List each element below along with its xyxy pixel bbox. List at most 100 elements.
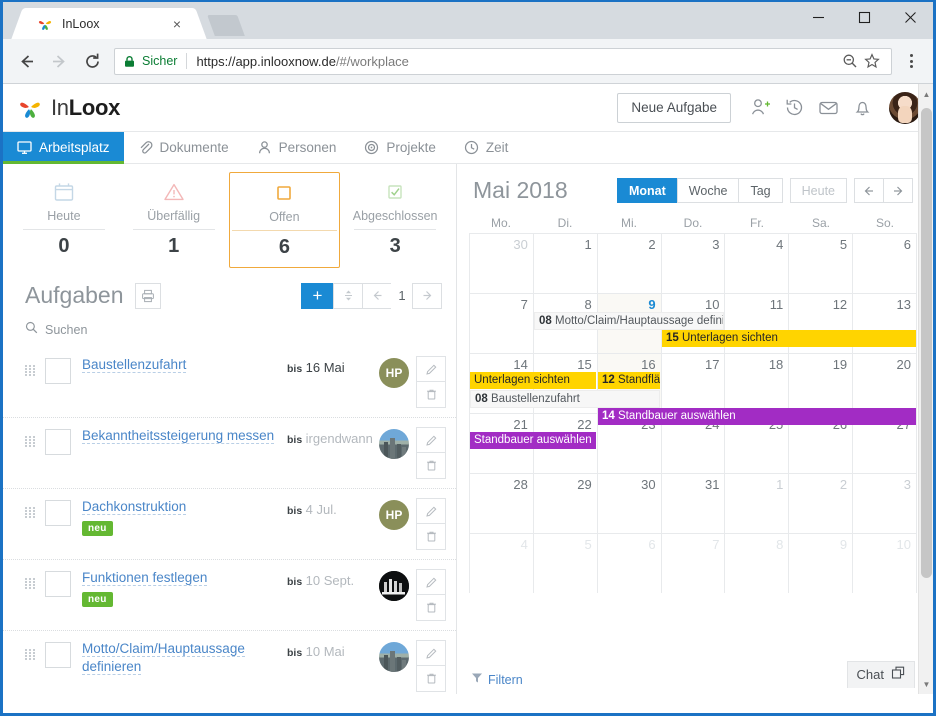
print-icon[interactable] (135, 282, 162, 309)
calendar-day-cell[interactable]: 31 (660, 474, 725, 533)
calendar-event[interactable]: 14 Standbauer auswählen (598, 408, 916, 425)
task-link[interactable]: Bekanntheitssteigerung messen (82, 428, 275, 444)
scroll-up-icon[interactable]: ▲ (919, 86, 933, 102)
trash-icon[interactable] (416, 453, 446, 479)
trash-icon[interactable] (416, 524, 446, 550)
task-assignee-avatar[interactable]: HP (379, 500, 409, 530)
task-checkbox[interactable] (45, 358, 71, 384)
calendar-day-cell[interactable]: 1 (532, 234, 597, 293)
nav-tab-projekte[interactable]: Projekte (350, 132, 450, 163)
calendar-day-cell[interactable]: 30 (596, 474, 661, 533)
next-page-button[interactable] (412, 282, 442, 309)
calendar-event[interactable]: 08 Motto/Claim/Hauptaussage defini (534, 312, 724, 330)
calendar-day-cell[interactable]: 1 (724, 474, 788, 533)
pencil-icon[interactable] (416, 356, 446, 382)
task-row[interactable]: Motto/Claim/Hauptaussage definieren bis 1… (3, 631, 456, 694)
calendar-event[interactable]: Standbauer auswählen (470, 432, 596, 449)
prev-page-button[interactable] (362, 282, 392, 309)
calendar-event[interactable]: 08 Baustellenzufahrt (470, 390, 660, 408)
back-button[interactable] (12, 47, 40, 75)
calendar-day-cell[interactable]: 7 (469, 294, 533, 353)
task-link[interactable]: Motto/Claim/Hauptaussage definieren (82, 641, 245, 675)
calendar-day-cell[interactable]: 3 (660, 234, 725, 293)
calendar-day-cell[interactable]: 20 (852, 354, 918, 413)
calendar-day-cell[interactable]: 17 (660, 354, 725, 413)
calendar-day-cell[interactable]: 6 (852, 234, 918, 293)
calendar-day-cell[interactable]: 2 (788, 474, 852, 533)
calendar-day-cell[interactable]: 4 (724, 234, 788, 293)
kpi-abgeschlossen[interactable]: Abgeschlossen 3 (340, 172, 450, 268)
task-checkbox[interactable] (45, 500, 71, 526)
inbox-icon[interactable] (813, 93, 843, 123)
new-tab-button[interactable] (207, 15, 245, 36)
close-tab-icon[interactable]: × (169, 16, 185, 32)
task-link[interactable]: Funktionen festlegen (82, 570, 208, 586)
address-bar[interactable]: Sicher https://app.inlooxnow.de/#/workpl… (114, 47, 892, 75)
nav-tab-arbeitsplatz[interactable]: Arbeitsplatz (3, 132, 124, 164)
task-checkbox[interactable] (45, 429, 71, 455)
search-field[interactable]: Suchen (3, 309, 456, 347)
sort-icon[interactable] (333, 282, 363, 309)
minimize-button[interactable] (795, 2, 841, 32)
task-row[interactable]: Bekanntheitssteigerung messen bis irgendw… (3, 418, 456, 489)
calendar-day-cell[interactable]: 8 (724, 534, 788, 593)
expand-icon[interactable] (891, 666, 905, 683)
bookmark-star-icon[interactable] (861, 53, 883, 69)
view-tag-button[interactable]: Tag (738, 178, 783, 203)
calendar-day-cell[interactable]: 2 (596, 234, 661, 293)
calendar-day-cell[interactable]: 7 (660, 534, 725, 593)
task-link[interactable]: Baustellenzufahrt (82, 357, 187, 373)
calendar-day-cell[interactable]: 18 (724, 354, 788, 413)
task-assignee-avatar[interactable] (379, 571, 409, 601)
kpi-ueberfaellig[interactable]: Überfällig 1 (119, 172, 229, 268)
app-logo[interactable]: InLoox (17, 95, 120, 121)
history-icon[interactable] (779, 93, 809, 123)
trash-icon[interactable] (416, 595, 446, 621)
task-row[interactable]: Baustellenzufahrt bis 16 Mai HP (3, 347, 456, 418)
calendar-next-button[interactable] (883, 178, 913, 203)
nav-tab-zeit[interactable]: Zeit (450, 132, 523, 163)
calendar-day-cell[interactable]: 5 (532, 534, 597, 593)
task-link[interactable]: Dachkonstruktion (82, 499, 187, 515)
trash-icon[interactable] (416, 666, 446, 692)
nav-tab-dokumente[interactable]: Dokumente (124, 132, 243, 163)
view-monat-button[interactable]: Monat (616, 178, 678, 203)
drag-handle-icon[interactable] (25, 649, 36, 660)
calendar-prev-button[interactable] (854, 178, 884, 203)
pencil-icon[interactable] (416, 640, 446, 666)
reload-button[interactable] (78, 47, 106, 75)
page-scrollbar[interactable]: ▲ ▼ (918, 84, 933, 694)
maximize-button[interactable] (841, 2, 887, 32)
trash-icon[interactable] (416, 382, 446, 408)
task-row[interactable]: Funktionen festlegen neu bis 10 Sept. (3, 560, 456, 631)
chat-widget[interactable]: Chat (846, 661, 915, 688)
kebab-menu-icon[interactable] (898, 54, 924, 68)
search-minus-icon[interactable] (839, 53, 861, 69)
scrollbar-thumb[interactable] (921, 108, 932, 578)
calendar-day-cell[interactable]: 30 (469, 234, 533, 293)
add-task-button[interactable]: + (301, 282, 334, 309)
task-checkbox[interactable] (45, 642, 71, 668)
calendar-day-cell[interactable]: 10 (852, 534, 918, 593)
drag-handle-icon[interactable] (25, 365, 36, 376)
calendar-day-cell[interactable]: 29 (532, 474, 597, 533)
calendar-event[interactable]: 15 Unterlagen sichten (662, 330, 916, 347)
forward-button[interactable] (45, 47, 73, 75)
nav-tab-personen[interactable]: Personen (243, 132, 351, 163)
task-assignee-avatar[interactable] (379, 642, 409, 672)
pencil-icon[interactable] (416, 427, 446, 453)
calendar-event[interactable]: Unterlagen sichten (470, 372, 596, 389)
drag-handle-icon[interactable] (25, 436, 36, 447)
task-assignee-avatar[interactable] (379, 429, 409, 459)
view-woche-button[interactable]: Woche (676, 178, 740, 203)
new-task-button[interactable]: Neue Aufgabe (617, 92, 731, 123)
pencil-icon[interactable] (416, 569, 446, 595)
kpi-heute[interactable]: Heute 0 (9, 172, 119, 268)
kpi-offen[interactable]: Offen 6 (228, 172, 341, 268)
close-window-button[interactable] (887, 2, 933, 32)
scroll-down-icon[interactable]: ▼ (919, 676, 933, 692)
add-person-icon[interactable] (745, 93, 775, 123)
browser-tab[interactable]: InLoox × (25, 8, 193, 39)
calendar-day-cell[interactable]: 19 (788, 354, 852, 413)
bell-icon[interactable] (847, 93, 877, 123)
